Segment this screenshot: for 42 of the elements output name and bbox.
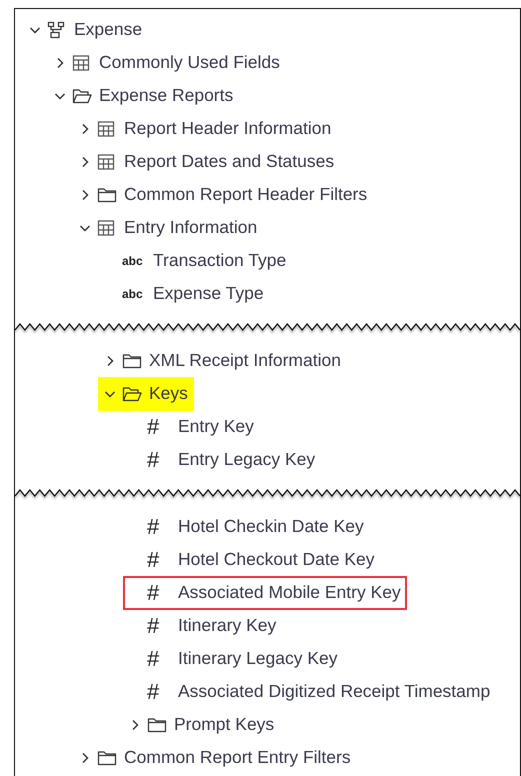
field-type-icon: abc [122,254,143,266]
tree-item[interactable]: Prompt Keys [174,714,274,735]
folder-icon [122,384,142,402]
tree-item[interactable]: Associated Mobile Entry Key [178,582,401,603]
tree-item[interactable]: Associated Digitized Receipt Timestamp [178,681,490,702]
tree-item[interactable]: Common Report Entry Filters [124,747,351,768]
folder-icon [72,86,92,104]
tree-item[interactable]: Common Report Header Filters [124,184,368,205]
table-icon [97,152,115,170]
tree-item[interactable]: Report Dates and Statuses [124,151,334,172]
table-icon [97,218,115,236]
tree-item[interactable]: Hotel Checkin Date Key [178,516,364,537]
field-type-icon: # [147,582,160,604]
tree-item[interactable]: Entry Key [178,416,254,437]
hierarchy-icon [47,20,65,38]
tree-item[interactable]: Entry Legacy Key [178,449,316,470]
folder-icon [147,716,167,734]
field-type-icon: abc [122,288,143,300]
tree-item[interactable]: Entry Information [124,217,258,238]
field-type-icon: # [147,448,160,470]
tree-item[interactable]: Keys [149,383,188,404]
tree-item[interactable]: Transaction Type [153,250,286,271]
table-icon [97,120,115,138]
field-type-icon: # [147,548,160,570]
tree-item[interactable]: Report Header Information [124,118,332,139]
folder-icon [97,186,117,204]
folder-icon [97,748,117,766]
field-type-icon: # [147,680,160,702]
tree-item[interactable]: XML Receipt Information [149,350,341,371]
folder-icon [122,352,142,370]
field-type-icon: # [147,648,160,670]
tree-item[interactable]: Itinerary Legacy Key [178,648,338,669]
field-type-icon: # [147,516,160,538]
tree-item[interactable]: Expense Reports [99,85,234,106]
tree-item[interactable]: Commonly Used Fields [99,52,280,73]
field-type-icon: # [147,614,160,636]
table-icon [72,54,90,72]
tree-item[interactable]: Hotel Checkout Date Key [178,549,374,570]
tree-item[interactable]: Expense Type [153,283,264,304]
field-type-icon: # [147,416,160,438]
tree-item[interactable]: Itinerary Key [178,615,276,636]
tree-item[interactable]: Expense [74,19,142,40]
